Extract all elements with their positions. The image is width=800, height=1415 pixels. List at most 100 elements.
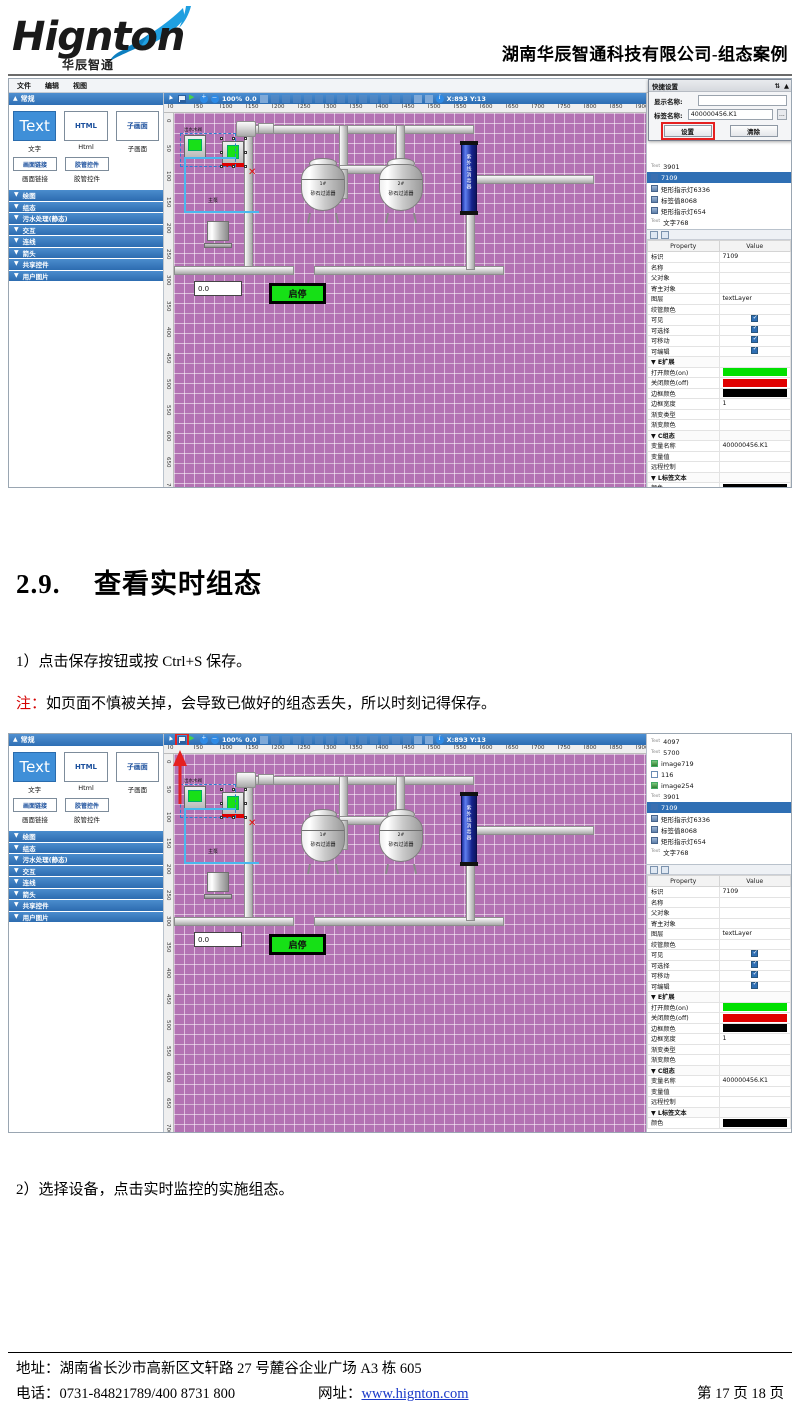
- align-bottom-icon-2[interactable]: [347, 735, 356, 744]
- checkbox-checked-icon[interactable]: [751, 336, 759, 344]
- checkbox-checked-icon[interactable]: [751, 981, 759, 989]
- property-row[interactable]: 标识 7109: [647, 251, 791, 263]
- toolbox-header-1[interactable]: ▲ 常规: [9, 93, 163, 105]
- property-value[interactable]: [718, 970, 791, 982]
- checkbox-checked-icon[interactable]: [751, 315, 759, 323]
- property-value[interactable]: textLayer: [718, 928, 791, 940]
- property-value[interactable]: 1: [718, 398, 791, 410]
- color-swatch[interactable]: [722, 389, 787, 398]
- property-value[interactable]: [718, 314, 791, 326]
- toolbox-section-8[interactable]: ▼ 用户图片: [9, 269, 163, 281]
- property-value[interactable]: [718, 1096, 791, 1108]
- align-right-icon-2[interactable]: [314, 735, 323, 744]
- property-row-2[interactable]: 关闭颜色(off): [647, 1012, 791, 1024]
- color-swatch[interactable]: [722, 1118, 787, 1127]
- align-middle-icon-2[interactable]: [336, 735, 345, 744]
- property-row-2[interactable]: 寄主对象: [647, 917, 791, 929]
- tool-html-2[interactable]: HTML Html: [64, 752, 108, 794]
- footer-website-link[interactable]: www.hignton.com: [362, 1386, 469, 1402]
- property-row-2[interactable]: 边框颜色: [647, 1022, 791, 1034]
- checkbox-checked-icon[interactable]: [751, 971, 759, 979]
- align-right-icon[interactable]: [314, 94, 323, 103]
- tree-item[interactable]: 7109: [647, 172, 791, 183]
- pin-icon[interactable]: ⇅: [775, 82, 780, 90]
- property-value[interactable]: 1: [718, 1033, 791, 1045]
- select-cursor-icon-2[interactable]: [167, 736, 175, 744]
- property-row-2[interactable]: 可选择: [647, 959, 791, 971]
- property-value[interactable]: [718, 482, 791, 487]
- main-pump-2[interactable]: [204, 869, 232, 899]
- property-value[interactable]: [718, 917, 791, 929]
- property-row[interactable]: 可编辑: [647, 345, 791, 357]
- run-icon[interactable]: [189, 93, 197, 103]
- resize-handle-w[interactable]: [220, 151, 223, 154]
- tool-hosecontrol[interactable]: 胶管控件 胶管控件: [65, 157, 109, 183]
- tool-screenlink-2[interactable]: 画面链接 画面链接: [13, 798, 57, 824]
- align-bottom-icon[interactable]: [347, 94, 356, 103]
- property-value[interactable]: [718, 324, 791, 336]
- property-value[interactable]: [718, 1085, 791, 1097]
- property-row-2[interactable]: 变量值: [647, 1085, 791, 1097]
- property-value[interactable]: [718, 991, 791, 1003]
- main-pump[interactable]: [204, 218, 232, 248]
- property-row[interactable]: 可选择: [647, 324, 791, 336]
- tank-1[interactable]: 1# 砂石过滤器: [301, 158, 345, 224]
- category-sort-icon[interactable]: [650, 230, 658, 239]
- zoom-out-icon[interactable]: [211, 93, 219, 103]
- property-row-2[interactable]: 可编辑: [647, 980, 791, 992]
- delete-x-icon[interactable]: ✕: [248, 167, 256, 178]
- property-row[interactable]: 父对象: [647, 272, 791, 284]
- checkbox-checked-icon[interactable]: [751, 960, 759, 968]
- property-row-2[interactable]: 打开颜色(on): [647, 1001, 791, 1013]
- property-value[interactable]: [718, 261, 791, 273]
- design-grid-1[interactable]: 1# 砂石过滤器 2# 砂石过滤器 紫外线消毒器 出水水阀 ✕ 主泵 0.0 启…: [174, 113, 646, 487]
- grid-toggle-icon[interactable]: [259, 94, 268, 103]
- tree-item[interactable]: 矩形指示灯654: [647, 205, 791, 216]
- start-stop-button[interactable]: 启停: [269, 283, 326, 304]
- tool-subscreen-2[interactable]: 子画面 子画面: [115, 752, 159, 794]
- property-value[interactable]: [718, 429, 791, 441]
- align-left-icon-2[interactable]: [292, 735, 301, 744]
- tree-item[interactable]: 标签值8068: [647, 194, 791, 205]
- property-row-2[interactable]: 远程控制: [647, 1096, 791, 1108]
- property-value[interactable]: [718, 408, 791, 420]
- tool-subscreen[interactable]: 子画面 子画面: [115, 111, 159, 153]
- property-row-2[interactable]: 标识 7109: [647, 886, 791, 898]
- property-value[interactable]: [718, 272, 791, 284]
- start-stop-button-2[interactable]: 启停: [269, 934, 326, 955]
- same-width-icon[interactable]: [380, 94, 389, 103]
- tree-item-2[interactable]: Text 文字768: [647, 846, 791, 857]
- toolbox-section-7[interactable]: ▼ 共享控件: [9, 258, 163, 270]
- checkbox-checked-icon[interactable]: [751, 325, 759, 333]
- resize-handle-sw[interactable]: [220, 165, 223, 168]
- resize-handle-n-2[interactable]: [232, 788, 235, 791]
- property-row[interactable]: 寄主对象: [647, 282, 791, 294]
- property-row-2[interactable]: 渐变颜色: [647, 1054, 791, 1066]
- property-value[interactable]: [718, 1022, 791, 1034]
- tool-text-2[interactable]: Text 文字: [13, 752, 57, 794]
- tool-text[interactable]: Text 文字: [13, 111, 57, 153]
- property-row[interactable]: ▼ C组态: [647, 429, 791, 441]
- resize-handle-se[interactable]: [244, 165, 247, 168]
- value-display-box[interactable]: 0.0: [194, 281, 242, 296]
- tree-item-2[interactable]: Text 5700: [647, 747, 791, 758]
- property-value[interactable]: 400000456.K1: [718, 440, 791, 452]
- align-middle-icon[interactable]: [336, 94, 345, 103]
- property-row-2[interactable]: 图层 textLayer: [647, 928, 791, 940]
- color-swatch[interactable]: [722, 378, 787, 387]
- property-row[interactable]: ▼ E扩展: [647, 356, 791, 368]
- property-value[interactable]: [718, 387, 791, 399]
- property-row[interactable]: 远程控制: [647, 461, 791, 473]
- apply-settings-button[interactable]: 设置: [660, 122, 715, 140]
- property-value[interactable]: 7109: [718, 886, 791, 898]
- toolbox-section-1-2[interactable]: ▼ 绘图: [9, 830, 163, 842]
- align-top-icon[interactable]: [325, 94, 334, 103]
- property-value[interactable]: [718, 1001, 791, 1013]
- tree-item-2[interactable]: 116: [647, 769, 791, 780]
- property-row[interactable]: 绞管颜色: [647, 303, 791, 315]
- property-value[interactable]: [718, 419, 791, 431]
- toolbox-section-2-2[interactable]: ▼ 组态: [9, 841, 163, 853]
- property-row-2[interactable]: 名称: [647, 896, 791, 908]
- property-row[interactable]: 渐变颜色: [647, 419, 791, 431]
- property-value[interactable]: [718, 282, 791, 294]
